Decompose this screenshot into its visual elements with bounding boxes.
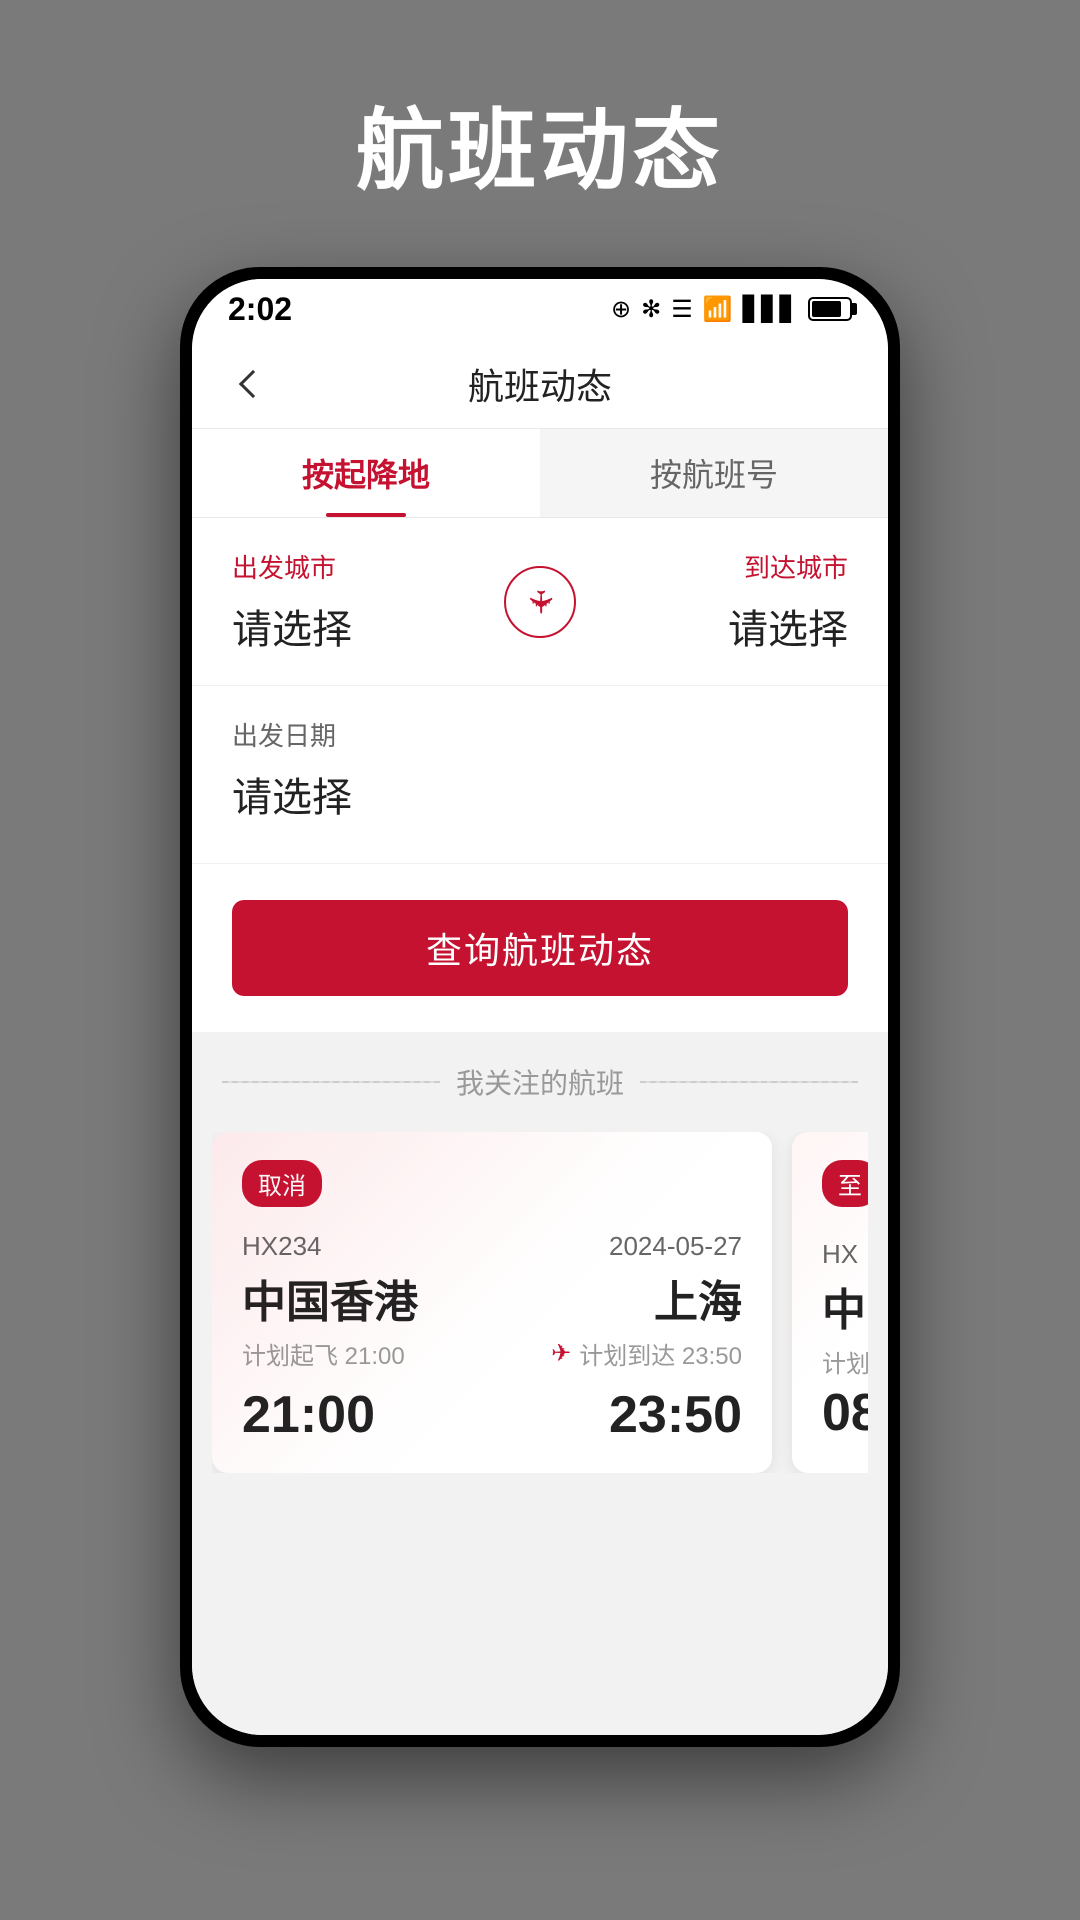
time-row-0: 21:00 23:50: [242, 1381, 742, 1445]
status-bar: 2:02 ⊕ ✻ ☰ 📶 ▋▋▋: [192, 279, 888, 339]
section-divider: 我关注的航班: [212, 1032, 868, 1132]
nav-bar: 航班动态: [192, 339, 888, 429]
nav-title: 航班动态: [278, 358, 802, 410]
flight-date-0: 2024-05-27: [551, 1231, 742, 1262]
search-button[interactable]: 查询航班动态: [232, 900, 848, 996]
origin-label: 出发城市: [232, 548, 495, 585]
plane-swap-icon: ✈: [521, 588, 559, 615]
tab-bar: 按起降地 按航班号: [192, 429, 888, 518]
status-label-1: 至: [822, 1160, 868, 1207]
battery-icon: [808, 297, 852, 321]
origin-value: 请选择: [232, 597, 495, 655]
tab-by-route[interactable]: 按起降地: [192, 429, 540, 517]
date-value: 请选择: [232, 765, 848, 823]
nfc-icon: ⊕: [611, 295, 631, 324]
dest-city-0: 上海: [551, 1266, 742, 1330]
flight-number-1: HX: [822, 1239, 868, 1270]
divider-right: [640, 1081, 858, 1083]
flight-card-0[interactable]: 取消 HX234 中国香港 计划起飞 21:00 2024-05-27 上海: [212, 1132, 772, 1473]
search-card: 按起降地 按航班号 出发城市 请选择 ✈: [192, 429, 888, 1032]
date-row[interactable]: 出发日期 请选择: [192, 686, 888, 864]
vibrate-icon: ☰: [671, 295, 693, 324]
divider-text: 我关注的航班: [456, 1062, 624, 1102]
city-selector-row: 出发城市 请选择 ✈ 到达城市 请选择: [192, 518, 888, 686]
flight-cards: 取消 HX234 中国香港 计划起飞 21:00 2024-05-27 上海: [212, 1132, 868, 1473]
arrive-time-0: 23:50: [609, 1385, 742, 1445]
depart-label-0: 计划起飞 21:00: [242, 1336, 418, 1371]
origin-city-0: 中国香港: [242, 1266, 418, 1330]
bluetooth-icon: ✻: [641, 295, 661, 324]
date-label: 出发日期: [232, 716, 848, 753]
divider-left: [222, 1081, 440, 1083]
swap-circle: ✈: [504, 566, 576, 638]
origin-col[interactable]: 出发城市 请选择: [232, 548, 495, 655]
wifi-icon: 📶: [703, 295, 733, 324]
swap-button[interactable]: ✈: [495, 566, 585, 638]
flight-status-tag-1: 至: [822, 1160, 868, 1223]
arrive-label-0: ✈ 计划到达 23:50: [551, 1336, 742, 1371]
status-icons: ⊕ ✻ ☰ 📶 ▋▋▋: [611, 295, 852, 324]
dest-label: 到达城市: [585, 548, 848, 585]
phone-frame: 2:02 ⊕ ✻ ☰ 📶 ▋▋▋ 航班动态: [180, 267, 900, 1747]
flight-info-row-0: HX234 中国香港 计划起飞 21:00 2024-05-27 上海 ✈ 计划…: [242, 1231, 742, 1371]
status-label-0: 取消: [242, 1160, 322, 1207]
depart-label-1: 计划: [822, 1344, 868, 1379]
flight-card-1-partial[interactable]: 至 HX 中 计划 08: [792, 1132, 868, 1473]
flight-left-0: HX234 中国香港 计划起飞 21:00: [242, 1231, 418, 1371]
back-chevron-icon: [239, 369, 267, 397]
dest-col[interactable]: 到达城市 请选择: [585, 548, 848, 655]
signal-icon: ▋▋▋: [743, 295, 798, 324]
flight-right-0: 2024-05-27 上海 ✈ 计划到达 23:50: [551, 1231, 742, 1371]
phone-screen: 2:02 ⊕ ✻ ☰ 📶 ▋▋▋ 航班动态: [192, 279, 888, 1735]
depart-time-1: 08: [822, 1383, 868, 1443]
back-button[interactable]: [228, 359, 278, 409]
flight-number-0: HX234: [242, 1231, 418, 1262]
search-btn-wrap: 查询航班动态: [192, 864, 888, 1032]
status-time: 2:02: [228, 291, 292, 328]
partial-number: HX 中 计划 08: [822, 1239, 868, 1443]
tab-by-number[interactable]: 按航班号: [540, 429, 888, 517]
depart-time-0: 21:00: [242, 1385, 375, 1445]
arrive-plane-icon: ✈: [551, 1339, 571, 1368]
flight-status-tag-0: 取消: [242, 1160, 742, 1223]
followed-section: 我关注的航班 取消 HX234 中国香港 计: [192, 1032, 888, 1493]
page-title-area: 航班动态: [0, 0, 1080, 267]
content-area: 按起降地 按航班号 出发城市 请选择 ✈: [192, 429, 888, 1735]
dest-value: 请选择: [585, 597, 848, 655]
page-bg-title: 航班动态: [356, 80, 724, 207]
origin-city-1: 中: [822, 1274, 868, 1338]
